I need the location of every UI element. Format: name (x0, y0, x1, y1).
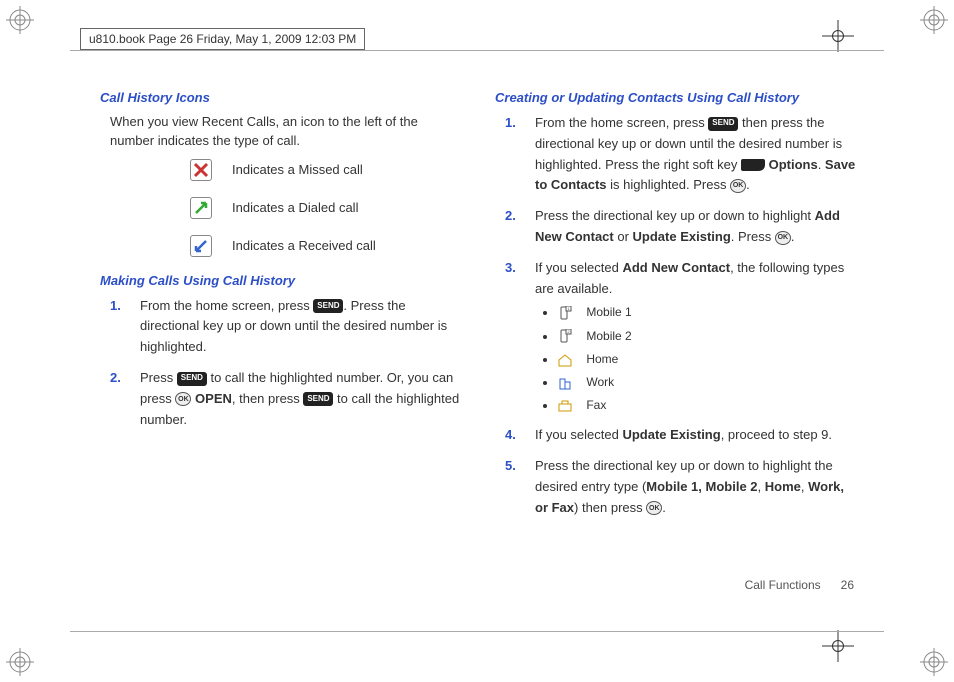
type-label: Fax (586, 398, 606, 412)
crop-mark-bottom-left (6, 648, 34, 676)
missed-call-label: Indicates a Missed call (232, 162, 363, 177)
section-heading-create-update-contacts: Creating or Updating Contacts Using Call… (495, 90, 860, 105)
making-calls-steps: From the home screen, press SEND. Press … (110, 296, 465, 431)
footer-rule (70, 631, 884, 632)
step-text: . (746, 177, 750, 192)
making-calls-step-2: Press SEND to call the highlighted numbe… (110, 368, 465, 430)
step-text: Press (140, 370, 177, 385)
mobile-1-icon: 1 (557, 306, 573, 320)
making-calls-step-1: From the home screen, press SEND. Press … (110, 296, 465, 358)
received-call-icon (190, 235, 212, 257)
crop-mark-top-right (920, 6, 948, 34)
step-text: If you selected (535, 427, 622, 442)
step-text: If you selected (535, 260, 622, 275)
type-fax: Fax (557, 396, 860, 415)
open-label: OPEN (195, 391, 232, 406)
step-text: . (662, 500, 666, 515)
contact-types-list: 1 Mobile 1 2 Mobile 2 Home Work (557, 303, 860, 415)
register-mark-bottom (822, 630, 854, 662)
step-text: , (758, 479, 765, 494)
icon-row-missed: Indicates a Missed call (190, 159, 465, 181)
step-text: ) then press (574, 500, 646, 515)
crop-mark-top-left (6, 6, 34, 34)
create-contacts-step-1: From the home screen, press SEND then pr… (505, 113, 860, 196)
step-text: From the home screen, press (140, 298, 313, 313)
received-call-label: Indicates a Received call (232, 238, 376, 253)
create-contacts-step-5: Press the directional key up or down to … (505, 456, 860, 518)
type-label: Work (586, 375, 614, 389)
page-content: Call History Icons When you view Recent … (100, 90, 860, 529)
footer-page-number: 26 (841, 578, 854, 592)
page-footer: Call Functions 26 (745, 578, 854, 592)
section-heading-call-history-icons: Call History Icons (100, 90, 465, 105)
type-home: Home (557, 350, 860, 369)
send-key-icon: SEND (177, 372, 207, 386)
type-label: Mobile 2 (586, 329, 631, 343)
intro-text: When you view Recent Calls, an icon to t… (110, 113, 465, 151)
section-heading-making-calls: Making Calls Using Call History (100, 273, 465, 288)
header-rule (70, 50, 884, 51)
type-work: Work (557, 373, 860, 392)
ok-key-icon: OK (730, 179, 746, 193)
ok-key-icon: OK (775, 231, 791, 245)
create-contacts-step-3: If you selected Add New Contact, the fol… (505, 258, 860, 416)
types-bold-1: Mobile 1, Mobile 2 (646, 479, 757, 494)
step-text: Press the directional key up or down to … (535, 208, 815, 223)
types-bold-home: Home (765, 479, 801, 494)
type-mobile-1: 1 Mobile 1 (557, 303, 860, 322)
footer-section: Call Functions (745, 578, 821, 592)
send-key-icon: SEND (313, 299, 343, 313)
type-label: Home (586, 352, 618, 366)
add-new-contact-label: Add New Contact (622, 260, 730, 275)
mobile-2-icon: 2 (557, 329, 573, 343)
dialed-call-label: Indicates a Dialed call (232, 200, 358, 215)
page-header: u810.book Page 26 Friday, May 1, 2009 12… (80, 28, 365, 50)
step-text: is highlighted. Press (607, 177, 731, 192)
step-text: , proceed to step 9. (721, 427, 832, 442)
send-key-icon: SEND (708, 117, 738, 131)
update-existing-label: Update Existing (622, 427, 720, 442)
fax-icon (557, 399, 573, 413)
step-text: or (614, 229, 633, 244)
step-text: . Press (731, 229, 775, 244)
ok-key-icon: OK (175, 392, 191, 406)
work-icon (557, 376, 573, 390)
step-text: . (791, 229, 795, 244)
register-mark-top (822, 20, 854, 52)
update-existing-label: Update Existing (633, 229, 731, 244)
missed-call-icon (190, 159, 212, 181)
step-text: From the home screen, press (535, 115, 708, 130)
step-text: , then press (232, 391, 304, 406)
create-contacts-step-4: If you selected Update Existing, proceed… (505, 425, 860, 446)
right-column: Creating or Updating Contacts Using Call… (495, 90, 860, 529)
create-contacts-step-2: Press the directional key up or down to … (505, 206, 860, 248)
ok-key-icon: OK (646, 501, 662, 515)
step-text: . (818, 157, 825, 172)
type-label: Mobile 1 (586, 305, 631, 319)
type-mobile-2: 2 Mobile 2 (557, 327, 860, 346)
crop-mark-bottom-right (920, 648, 948, 676)
right-soft-key-icon (741, 159, 765, 171)
dialed-call-icon (190, 197, 212, 219)
options-label: Options (769, 157, 818, 172)
send-key-icon: SEND (303, 392, 333, 406)
icon-row-dialed: Indicates a Dialed call (190, 197, 465, 219)
left-column: Call History Icons When you view Recent … (100, 90, 465, 529)
home-icon (557, 353, 573, 367)
create-contacts-steps: From the home screen, press SEND then pr… (505, 113, 860, 519)
icon-row-received: Indicates a Received call (190, 235, 465, 257)
